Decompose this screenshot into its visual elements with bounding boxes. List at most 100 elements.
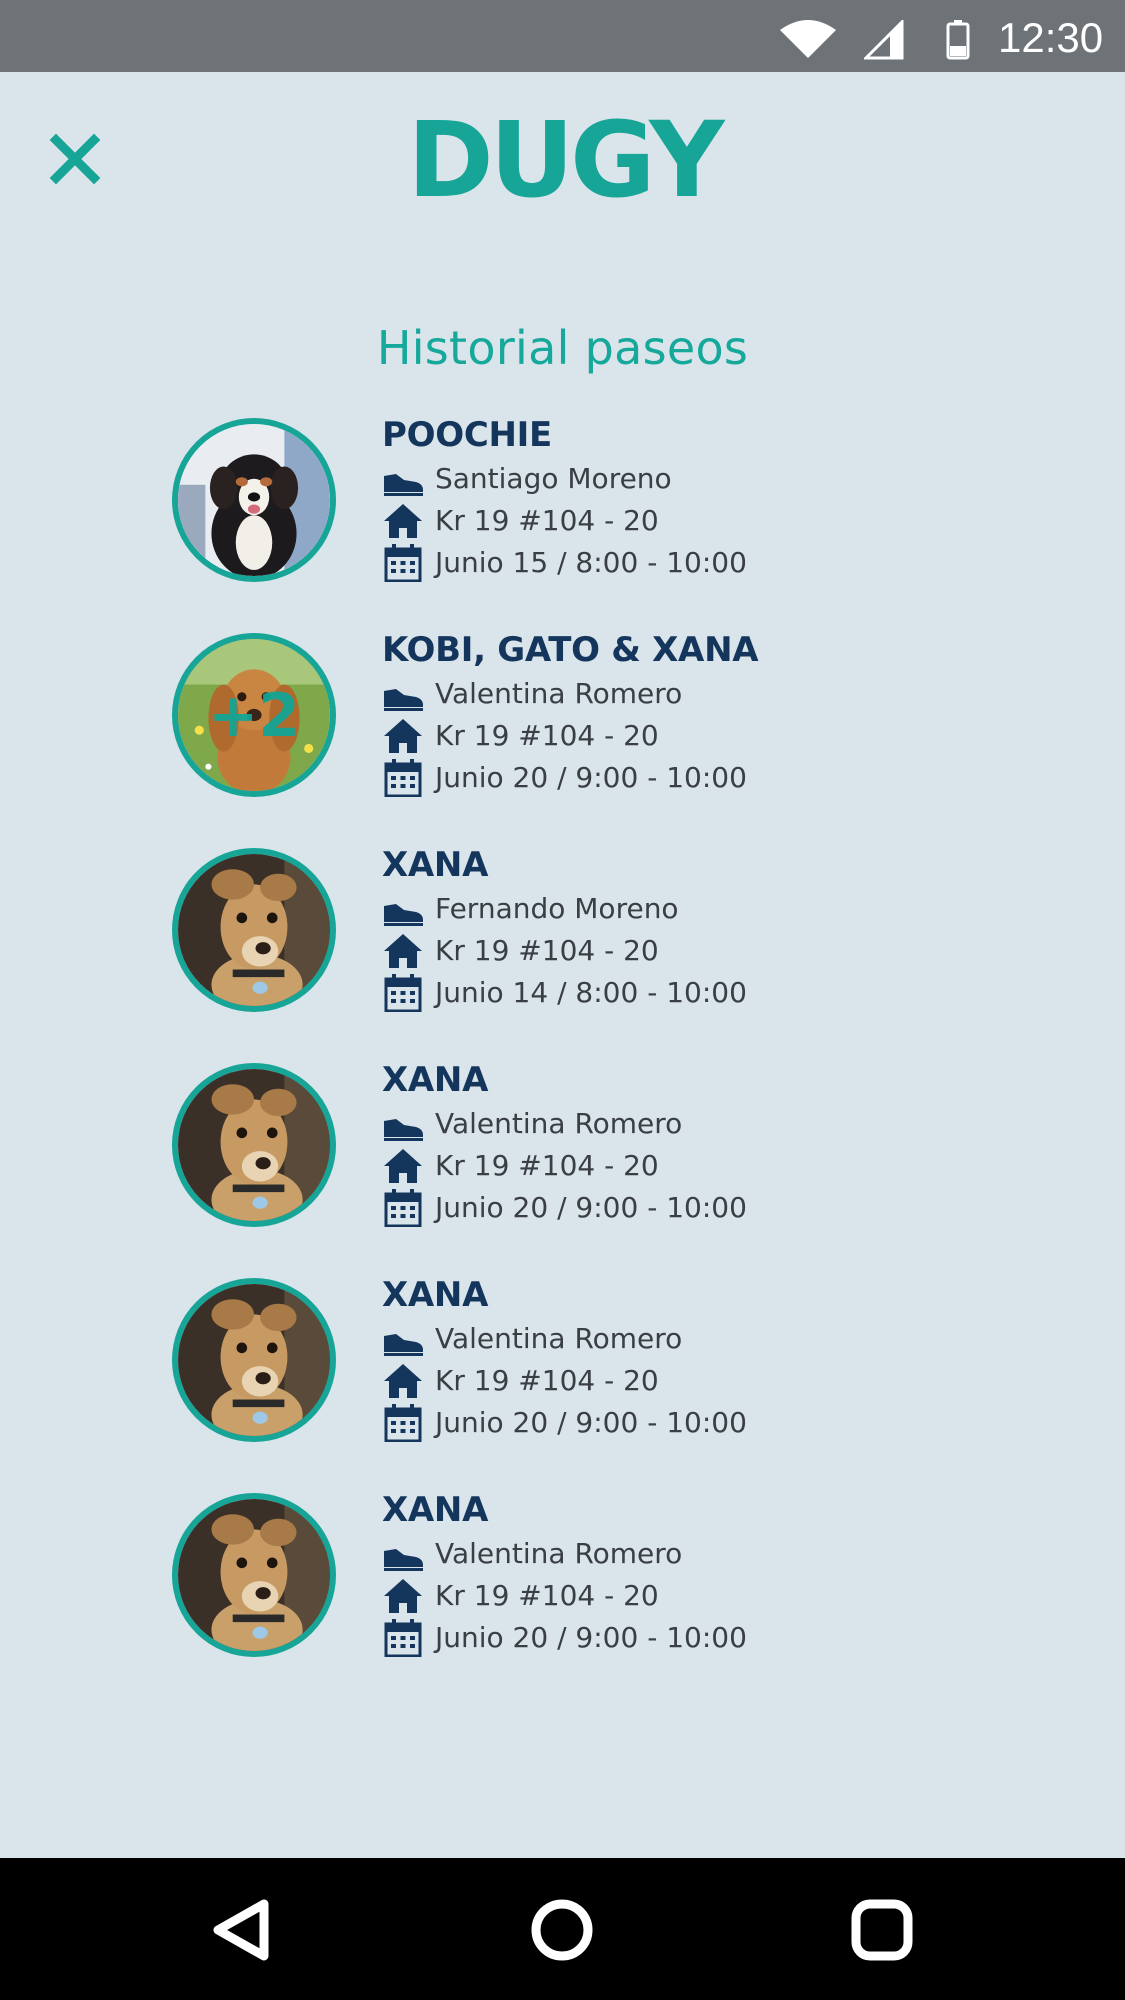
schedule-row: Junio 20 / 9:00 - 10:00	[382, 1187, 1082, 1229]
schedule-row: Junio 20 / 9:00 - 10:00	[382, 757, 1082, 799]
back-icon	[213, 1899, 269, 1961]
pet-name: XANA	[382, 1275, 489, 1315]
greyhound-photo	[178, 1284, 330, 1436]
address-row: Kr 19 #104 - 20	[382, 1575, 1082, 1617]
schedule: Junio 20 / 9:00 - 10:00	[435, 1621, 747, 1654]
schedule-row: Junio 14 / 8:00 - 10:00	[382, 972, 1082, 1014]
extra-pets-badge: +2	[207, 681, 301, 751]
signal-icon	[864, 20, 904, 60]
address-row: Kr 19 #104 - 20	[382, 930, 1082, 972]
schedule: Junio 20 / 9:00 - 10:00	[435, 1406, 747, 1439]
schedule-row: Junio 15 / 8:00 - 10:00	[382, 542, 1082, 584]
shoe-icon	[384, 1334, 423, 1356]
pet-name: XANA	[382, 1060, 489, 1100]
walker-row: Valentina Romero	[382, 1318, 1082, 1360]
schedule-row: Junio 20 / 9:00 - 10:00	[382, 1402, 1082, 1444]
shoe-icon	[384, 1549, 423, 1571]
shoe-icon	[384, 904, 423, 926]
pet-avatar: +2	[172, 633, 336, 797]
pet-avatar	[172, 1493, 336, 1657]
walk-info: XANA Valentina Romero Kr 19 #104 - 20 Ju…	[382, 1489, 1082, 1659]
walk-info: XANA Fernando Moreno Kr 19 #104 - 20 Jun…	[382, 844, 1082, 1014]
walk-item[interactable]: XANA Valentina Romero Kr 19 #104 - 20 Ju…	[0, 1489, 1125, 1679]
address-row: Kr 19 #104 - 20	[382, 500, 1082, 542]
status-bar: 12:30	[0, 0, 1125, 72]
walker-row: Fernando Moreno	[382, 888, 1082, 930]
pet-name: KOBI, GATO & XANA	[382, 630, 759, 670]
schedule: Junio 20 / 9:00 - 10:00	[435, 761, 747, 794]
shoe-icon	[384, 474, 423, 496]
address: Kr 19 #104 - 20	[435, 504, 659, 537]
pet-name: XANA	[382, 845, 489, 885]
walker-row: Santiago Moreno	[382, 458, 1082, 500]
home-icon	[384, 1149, 422, 1183]
calendar-icon	[384, 544, 422, 582]
status-time: 12:30	[998, 14, 1104, 61]
walker-name: Valentina Romero	[435, 1322, 683, 1355]
home-icon	[384, 719, 422, 753]
recents-icon	[851, 1899, 913, 1961]
walker-name: Valentina Romero	[435, 677, 683, 710]
address: Kr 19 #104 - 20	[435, 1149, 659, 1182]
walk-info: KOBI, GATO & XANA Valentina Romero Kr 19…	[382, 629, 1082, 799]
walker-row: Valentina Romero	[382, 1103, 1082, 1145]
calendar-icon	[384, 974, 422, 1012]
calendar-icon	[384, 1189, 422, 1227]
close-icon	[49, 133, 101, 185]
walker-row: Valentina Romero	[382, 673, 1082, 715]
pet-avatar	[172, 1278, 336, 1442]
greyhound-photo	[178, 1069, 330, 1221]
address: Kr 19 #104 - 20	[435, 1364, 659, 1397]
walk-item[interactable]: XANA Valentina Romero Kr 19 #104 - 20 Ju…	[0, 1274, 1125, 1464]
greyhound-photo	[178, 854, 330, 1006]
pet-avatar	[172, 1063, 336, 1227]
walk-item[interactable]: XANA Valentina Romero Kr 19 #104 - 20 Ju…	[0, 1059, 1125, 1249]
page-title: Historial paseos	[376, 321, 749, 375]
walk-item[interactable]: POOCHIE Santiago Moreno Kr 19 #104 - 20 …	[0, 414, 1125, 604]
battery-icon	[946, 20, 970, 60]
address-row: Kr 19 #104 - 20	[382, 715, 1082, 757]
address-row: Kr 19 #104 - 20	[382, 1145, 1082, 1187]
walker-name: Valentina Romero	[435, 1537, 683, 1570]
address: Kr 19 #104 - 20	[435, 1579, 659, 1612]
calendar-icon	[384, 759, 422, 797]
walk-info: POOCHIE Santiago Moreno Kr 19 #104 - 20 …	[382, 414, 1082, 584]
dugy-logo: DUGY	[407, 104, 730, 214]
schedule: Junio 20 / 9:00 - 10:00	[435, 1191, 747, 1224]
logo-text: DUGY	[407, 104, 726, 214]
walker-name: Santiago Moreno	[435, 462, 672, 495]
walker-row: Valentina Romero	[382, 1533, 1082, 1575]
schedule: Junio 14 / 8:00 - 10:00	[435, 976, 747, 1009]
pet-name: XANA	[382, 1490, 489, 1530]
schedule-row: Junio 20 / 9:00 - 10:00	[382, 1617, 1082, 1659]
recents-button[interactable]	[850, 1898, 914, 1962]
calendar-icon	[384, 1404, 422, 1442]
calendar-icon	[384, 1619, 422, 1657]
shoe-icon	[384, 1119, 423, 1141]
home-icon	[384, 1579, 422, 1613]
walker-name: Fernando Moreno	[435, 892, 679, 925]
schedule: Junio 15 / 8:00 - 10:00	[435, 546, 747, 579]
wifi-icon	[780, 20, 836, 58]
pet-avatar	[172, 418, 336, 582]
walker-name: Valentina Romero	[435, 1107, 683, 1140]
walk-info: XANA Valentina Romero Kr 19 #104 - 20 Ju…	[382, 1059, 1082, 1229]
address-row: Kr 19 #104 - 20	[382, 1360, 1082, 1402]
close-button[interactable]	[46, 130, 104, 188]
address: Kr 19 #104 - 20	[435, 934, 659, 967]
home-button[interactable]	[530, 1898, 594, 1962]
home-icon	[384, 1364, 422, 1398]
shoe-icon	[384, 689, 423, 711]
home-icon	[384, 504, 422, 538]
walk-item[interactable]: XANA Fernando Moreno Kr 19 #104 - 20 Jun…	[0, 844, 1125, 1034]
walk-info: XANA Valentina Romero Kr 19 #104 - 20 Ju…	[382, 1274, 1082, 1444]
home-circle-icon	[531, 1899, 593, 1961]
pet-avatar	[172, 848, 336, 1012]
walk-item[interactable]: +2 KOBI, GATO & XANA Valentina Romero Kr…	[0, 629, 1125, 819]
system-nav-bar	[0, 1858, 1125, 2000]
home-icon	[384, 934, 422, 968]
back-button[interactable]	[210, 1898, 274, 1962]
pet-name: POOCHIE	[382, 415, 552, 455]
greyhound-photo	[178, 1499, 330, 1651]
address: Kr 19 #104 - 20	[435, 719, 659, 752]
